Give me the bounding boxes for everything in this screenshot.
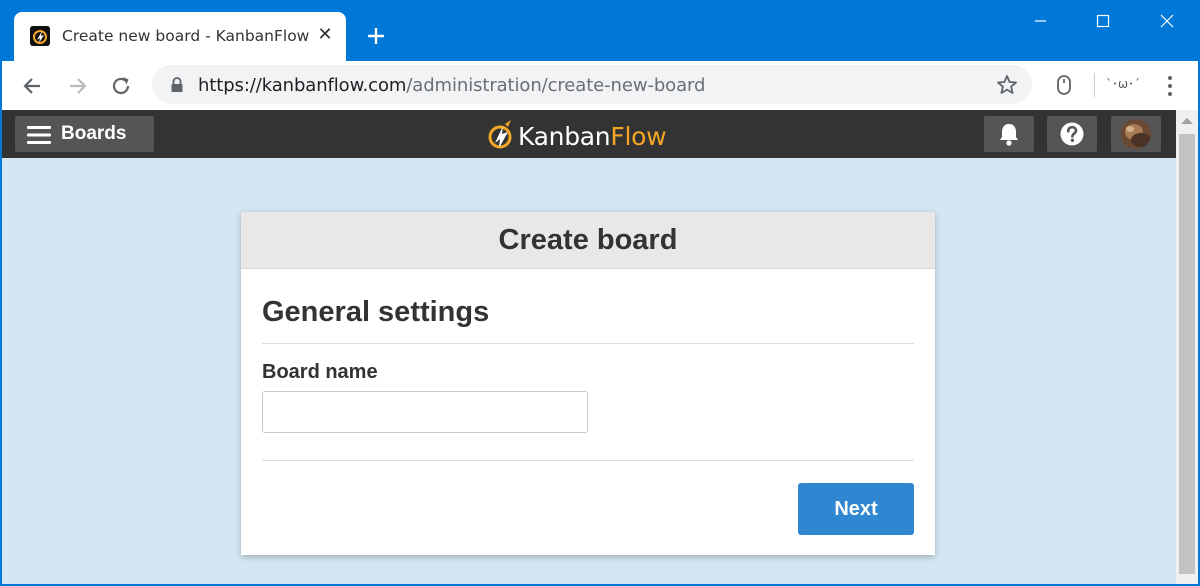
board-name-input[interactable]: [262, 391, 588, 433]
avatar: [1121, 119, 1151, 149]
url-host: https://kanbanflow.com: [198, 75, 407, 96]
dialog-title: Create board: [498, 224, 678, 256]
logo-word-flow: Flow: [610, 122, 667, 151]
bell-icon: [1000, 124, 1018, 146]
help-button[interactable]: [1047, 116, 1097, 152]
browser-tab[interactable]: Create new board - KanbanFlow ✕: [14, 12, 346, 61]
mouse-extension-icon[interactable]: [1052, 71, 1076, 99]
footer-divider: [262, 460, 914, 461]
board-name-label: Board name: [262, 361, 378, 383]
browser-window: Create new board - KanbanFlow ✕ https://…: [0, 0, 1200, 586]
logo-word-kanban: Kanban: [518, 122, 611, 151]
hamburger-icon: [27, 126, 51, 144]
lock-icon: [170, 77, 184, 93]
back-arrow-icon[interactable]: [18, 71, 48, 101]
reload-icon[interactable]: [106, 71, 136, 101]
section-divider: [262, 343, 914, 344]
notifications-button[interactable]: [984, 116, 1034, 152]
browser-toolbar: https://kanbanflow.com/administration/cr…: [2, 61, 1198, 110]
kanbanflow-logo[interactable]: KanbanFlow: [486, 119, 696, 151]
dialog-header: Create board: [241, 212, 935, 269]
forward-arrow-icon[interactable]: [62, 71, 92, 101]
help-icon: [1060, 122, 1084, 146]
minimize-icon[interactable]: [1008, 0, 1072, 44]
page-scrollbar[interactable]: [1176, 110, 1198, 584]
app-header: Boards KanbanFlow: [2, 110, 1176, 158]
kanbanflow-favicon-icon: [30, 26, 50, 46]
section-title: General settings: [262, 296, 490, 328]
next-button[interactable]: Next: [798, 483, 914, 535]
logo-flame-icon: [488, 120, 512, 149]
address-bar[interactable]: https://kanbanflow.com/administration/cr…: [152, 65, 1032, 104]
url-text[interactable]: https://kanbanflow.com/administration/cr…: [198, 75, 705, 96]
face-extension-icon[interactable]: `･ω･´: [1106, 75, 1140, 92]
new-tab-icon[interactable]: [362, 22, 390, 50]
logo-text: KanbanFlow: [518, 122, 667, 151]
tab-title: Create new board - KanbanFlow: [62, 27, 310, 45]
tab-strip: Create new board - KanbanFlow ✕: [0, 0, 1200, 61]
url-path: /administration/create-new-board: [406, 75, 706, 96]
boards-menu-button[interactable]: Boards: [15, 116, 154, 152]
scroll-thumb[interactable]: [1179, 134, 1195, 574]
boards-label: Boards: [61, 123, 127, 144]
bookmark-star-icon[interactable]: [995, 73, 1019, 97]
tab-close-icon[interactable]: ✕: [314, 24, 336, 46]
page-viewport: Boards KanbanFlow Create board General s…: [2, 110, 1198, 584]
user-avatar-button[interactable]: [1111, 116, 1161, 152]
maximize-icon[interactable]: [1071, 0, 1135, 44]
browser-menu-icon[interactable]: [1160, 73, 1180, 99]
scroll-up-arrow-icon[interactable]: [1181, 118, 1193, 124]
create-board-dialog: Create board General settings Board name…: [241, 212, 935, 555]
window-close-icon[interactable]: [1135, 0, 1199, 44]
toolbar-divider: [1094, 73, 1095, 97]
